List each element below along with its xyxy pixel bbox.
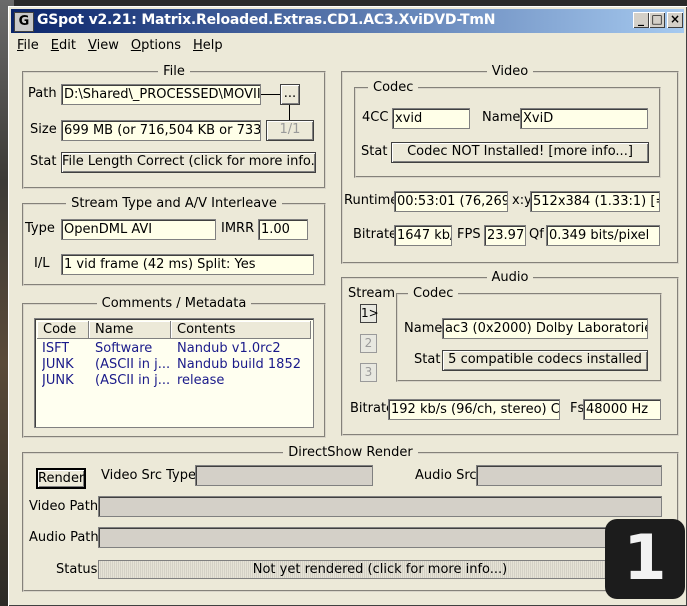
type-field[interactable]: OpenDML AVI xyxy=(61,219,216,240)
column-contents[interactable]: Contents xyxy=(171,321,311,339)
imrr-label: IMRR xyxy=(221,221,255,236)
stream-label: Stream xyxy=(348,286,396,301)
row-name: (ASCII in j... xyxy=(95,373,171,388)
video-name-label: Name xyxy=(482,110,521,125)
directshow-legend: DirectShow Render xyxy=(288,445,413,460)
audio-stat-button[interactable]: 5 compatible codecs installed xyxy=(442,350,648,371)
qf-field[interactable]: 0.349 bits/pixel xyxy=(546,225,660,246)
xy-field[interactable]: 512x384 (1.33:1) [=4:3 xyxy=(530,191,660,212)
path-field[interactable]: D:\Shared\_PROCESSED\MOVII xyxy=(61,84,261,105)
gspot-window: G GSpot v2.21: Matrix.Reloaded.Extras.CD… xyxy=(8,6,687,606)
list-item[interactable]: JUNK (ASCII in j... release xyxy=(39,373,309,389)
row-name: Software xyxy=(95,341,153,356)
close-button[interactable]: × xyxy=(667,12,683,28)
render-status-bar[interactable]: Not yet rendered (click for more info...… xyxy=(98,560,662,579)
fourcc-label: 4CC xyxy=(362,110,389,125)
browse-connector xyxy=(289,105,290,121)
video-bitrate-label: Bitrate xyxy=(353,227,398,242)
audio-name-label: Name xyxy=(404,321,443,336)
status-label: Status xyxy=(56,562,98,577)
video-legend: Video xyxy=(491,64,529,79)
size-field[interactable]: 699 MB (or 716,504 KB or 733,70( xyxy=(61,120,261,141)
path-connector xyxy=(261,94,281,95)
list-item[interactable]: JUNK (ASCII in j... Nandub build 1852 xyxy=(39,357,309,373)
runtime-label: Runtime xyxy=(344,193,399,208)
page-indicator: 1/1 xyxy=(266,120,314,141)
render-button[interactable]: Render xyxy=(36,468,86,489)
audio-path-field[interactable] xyxy=(98,527,662,548)
il-field[interactable]: 1 vid frame (42 ms) Split: Yes xyxy=(61,254,314,275)
file-stat-button[interactable]: File Length Correct (click for more info… xyxy=(61,152,316,173)
row-code: JUNK xyxy=(42,357,74,372)
menu-edit[interactable]: Edit xyxy=(51,36,76,56)
size-label: Size xyxy=(30,122,57,137)
audio-codec-legend: Codec xyxy=(413,286,454,301)
row-contents: release xyxy=(177,373,225,388)
audio-src-label: Audio Src xyxy=(415,468,477,483)
video-codec-group: Codec xyxy=(354,80,661,178)
video-src-type-field[interactable] xyxy=(195,465,373,486)
row-code: ISFT xyxy=(42,341,70,356)
gspot-app-icon[interactable]: G xyxy=(14,12,34,32)
fps-label: FPS xyxy=(457,227,481,242)
stat-label: Stat xyxy=(30,154,57,169)
menu-file[interactable]: File xyxy=(17,36,39,56)
video-path-label: Video Path xyxy=(29,499,99,514)
column-name[interactable]: Name xyxy=(89,321,171,339)
audio-stream-2-button[interactable]: 2 xyxy=(360,334,377,353)
list-item[interactable]: ISFT Software Nandub v1.0rc2 xyxy=(39,341,309,357)
comments-legend: Comments / Metadata xyxy=(101,296,247,311)
row-contents: Nandub build 1852 xyxy=(177,357,301,372)
fps-field[interactable]: 23.976 xyxy=(484,225,526,246)
browse-button[interactable]: ... xyxy=(280,84,300,105)
maximize-button[interactable]: □ xyxy=(649,12,665,28)
audio-stream-1-button[interactable]: 1> xyxy=(360,304,379,323)
stream-type-legend: Stream Type and A/V Interleave xyxy=(71,196,277,211)
il-label: I/L xyxy=(34,256,50,271)
menu-view[interactable]: View xyxy=(88,36,119,56)
audio-legend: Audio xyxy=(491,270,529,285)
qf-label: Qf xyxy=(529,227,544,242)
audio-path-label: Audio Path xyxy=(29,530,99,545)
video-stat-button[interactable]: Codec NOT Installed! [more info...] xyxy=(391,142,649,163)
row-contents: Nandub v1.0rc2 xyxy=(177,341,281,356)
video-bitrate-field[interactable]: 1647 kb/ xyxy=(394,225,452,246)
metadata-list-header: Code Name Contents xyxy=(37,321,311,339)
video-stat-label: Stat xyxy=(361,144,388,159)
window-title: GSpot v2.21: Matrix.Reloaded.Extras.CD1.… xyxy=(37,12,496,28)
audio-stat-label: Stat xyxy=(414,352,441,367)
menu-options[interactable]: Options xyxy=(131,36,181,56)
runtime-field[interactable]: 00:53:01 (76,269 fr xyxy=(394,191,508,212)
metadata-list[interactable]: Code Name Contents ISFT Software Nandub … xyxy=(34,318,314,428)
video-path-field[interactable] xyxy=(98,496,662,517)
audio-src-field[interactable] xyxy=(476,465,662,486)
row-name: (ASCII in j... xyxy=(95,357,171,372)
row-code: JUNK xyxy=(42,373,74,388)
audio-name-field[interactable]: ac3 (0x2000) Dolby Laboratories, Ir xyxy=(442,318,648,339)
audio-stream-3-button[interactable]: 3 xyxy=(360,363,377,382)
video-src-type-label: Video Src Type xyxy=(101,468,197,483)
audio-bitrate-field[interactable]: 192 kb/s (96/ch, stereo) CBF xyxy=(388,399,560,420)
xy-label: x:y xyxy=(512,193,532,208)
video-codec-legend: Codec xyxy=(373,80,414,95)
type-label: Type xyxy=(25,221,55,236)
path-label: Path xyxy=(28,86,57,101)
menu-bar: File Edit View Options Help xyxy=(11,36,229,56)
file-group-legend: File xyxy=(163,64,185,79)
overlay-number-badge: 1 xyxy=(605,519,685,599)
title-bar[interactable]: G GSpot v2.21: Matrix.Reloaded.Extras.CD… xyxy=(11,9,684,33)
column-code[interactable]: Code xyxy=(37,321,89,339)
fourcc-field[interactable]: xvid xyxy=(392,108,470,129)
video-name-field[interactable]: XviD xyxy=(520,108,648,129)
minimize-button[interactable]: _ xyxy=(633,12,649,28)
fs-field[interactable]: 48000 Hz xyxy=(583,399,661,420)
menu-help[interactable]: Help xyxy=(193,36,223,56)
imrr-field[interactable]: 1.00 xyxy=(258,219,308,240)
